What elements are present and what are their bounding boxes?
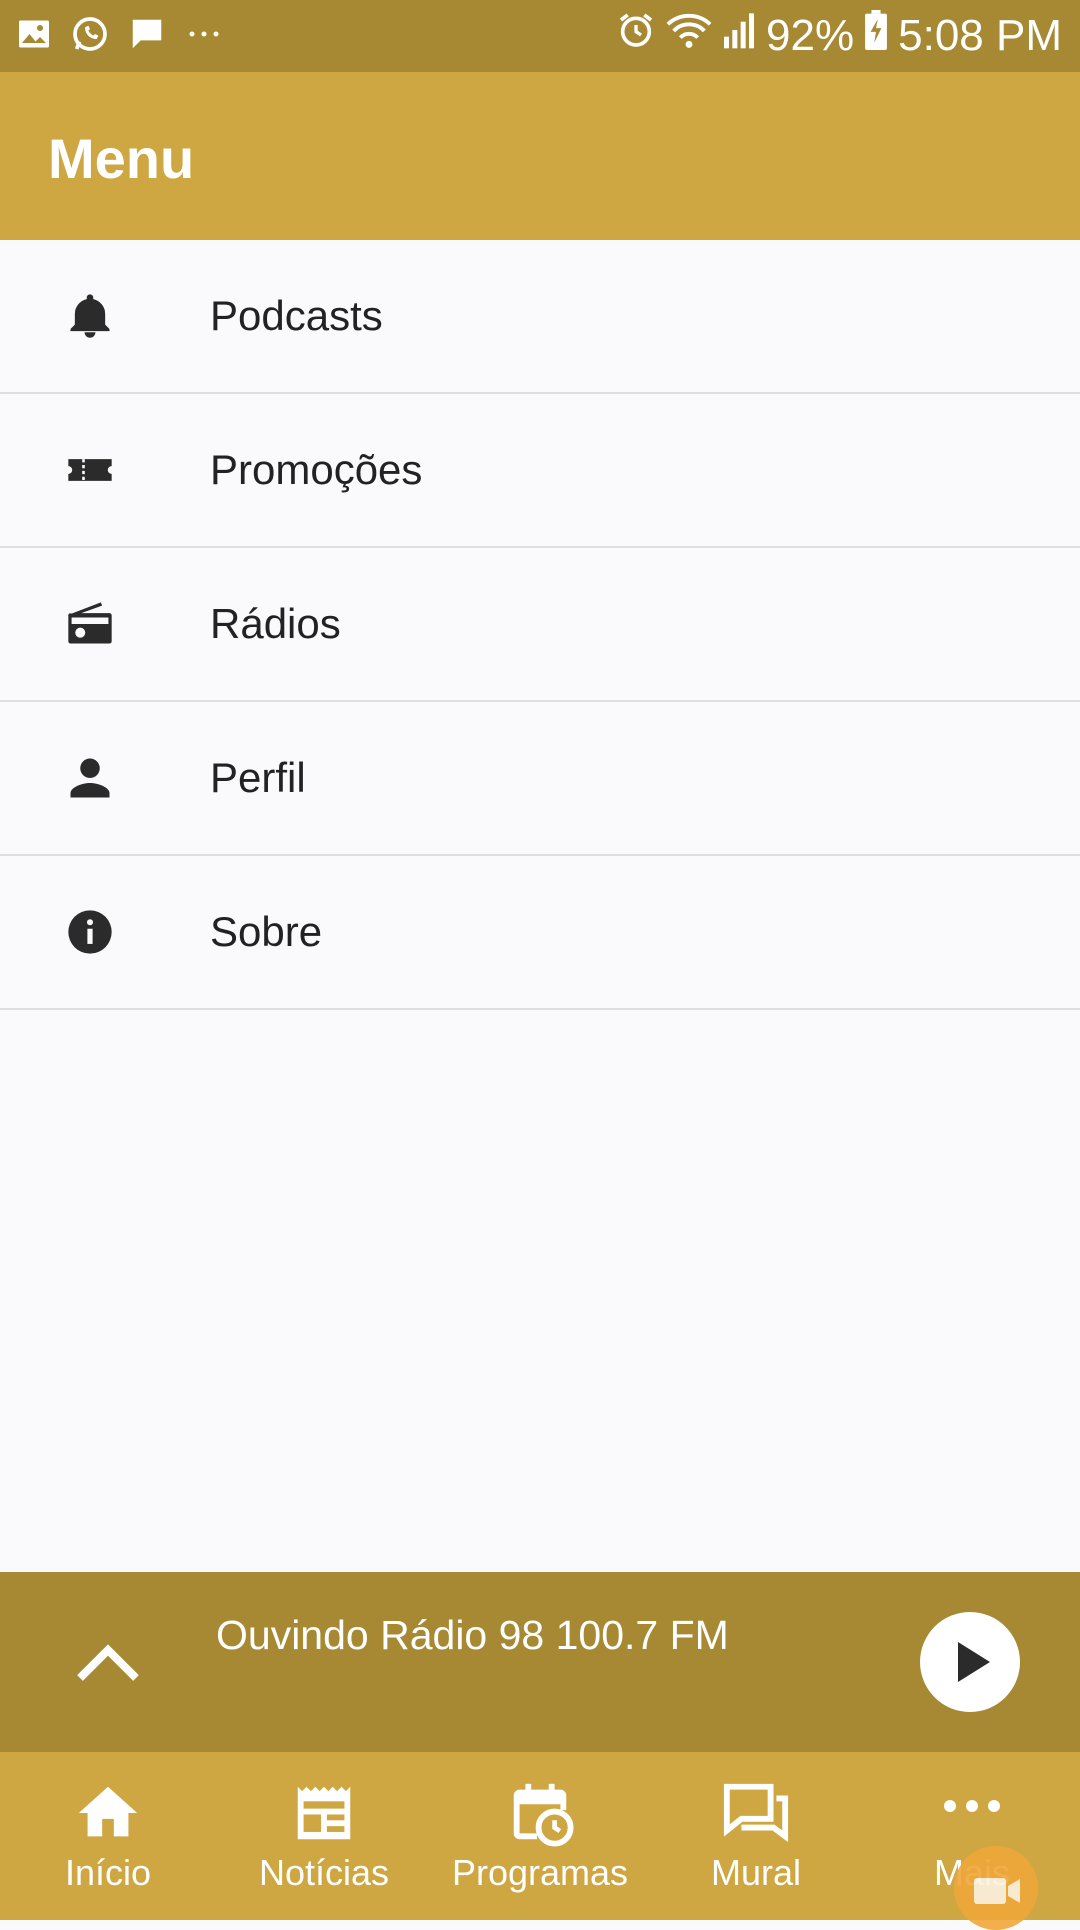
- battery-icon: [864, 10, 888, 61]
- menu-item-label: Rádios: [210, 600, 341, 647]
- info-icon: [64, 906, 116, 958]
- floating-video-button[interactable]: [954, 1846, 1038, 1930]
- clock-time: 5:08 PM: [898, 10, 1062, 60]
- menu-list: Podcasts Promoções Rádios Perfil Sobre: [0, 240, 1080, 1010]
- message-icon: [128, 15, 166, 58]
- more-dots-icon: [937, 1778, 1007, 1848]
- menu-item-radios[interactable]: Rádios: [0, 548, 1080, 702]
- play-button[interactable]: [920, 1612, 1020, 1712]
- app-bar: Menu: [0, 72, 1080, 240]
- video-camera-icon: [972, 1872, 1022, 1913]
- menu-item-label: Sobre: [210, 908, 323, 955]
- menu-item-sobre[interactable]: Sobre: [0, 856, 1080, 1010]
- mini-player: Ouvindo Rádio 98 100.7 FM: [0, 1572, 1080, 1752]
- menu-item-perfil[interactable]: Perfil: [0, 702, 1080, 856]
- menu-item-label: Perfil: [210, 754, 306, 801]
- wifi-icon: [666, 10, 712, 61]
- home-icon: [73, 1778, 143, 1848]
- chat-icon: [721, 1778, 791, 1848]
- menu-item-label: Podcasts: [210, 292, 383, 339]
- page-title: Menu: [48, 127, 195, 190]
- tab-label: Mural: [710, 1852, 802, 1893]
- bell-icon: [64, 290, 116, 342]
- ticket-icon: [64, 444, 116, 496]
- alarm-icon: [616, 10, 656, 61]
- tab-label: Notícias: [258, 1852, 390, 1893]
- calendar-clock-icon: [505, 1778, 575, 1848]
- radio-icon: [64, 598, 116, 650]
- menu-item-podcasts[interactable]: Podcasts: [0, 240, 1080, 394]
- tab-label: Início: [64, 1852, 152, 1893]
- gallery-icon: [16, 16, 52, 57]
- status-bar: 92% 5:08 PM: [0, 0, 1080, 72]
- news-icon: [289, 1778, 359, 1848]
- bottom-nav: Início Notícias Programas Mural Mais: [0, 1752, 1080, 1920]
- tab-label: Programas: [451, 1852, 629, 1893]
- tab-noticias[interactable]: Notícias: [216, 1752, 432, 1920]
- tab-programas[interactable]: Programas: [432, 1752, 648, 1920]
- chevron-up-icon[interactable]: [76, 1632, 140, 1692]
- tab-inicio[interactable]: Início: [0, 1752, 216, 1920]
- signal-icon: [722, 10, 756, 61]
- play-icon: [956, 1640, 992, 1689]
- more-dots-icon: [184, 24, 224, 49]
- tab-mural[interactable]: Mural: [648, 1752, 864, 1920]
- menu-item-promocoes[interactable]: Promoções: [0, 394, 1080, 548]
- battery-percent: 92%: [766, 10, 855, 60]
- menu-item-label: Promoções: [210, 446, 423, 493]
- person-icon: [64, 752, 116, 804]
- now-playing-text: Ouvindo Rádio 98 100.7 FM: [216, 1612, 729, 1658]
- whatsapp-icon: [70, 14, 110, 59]
